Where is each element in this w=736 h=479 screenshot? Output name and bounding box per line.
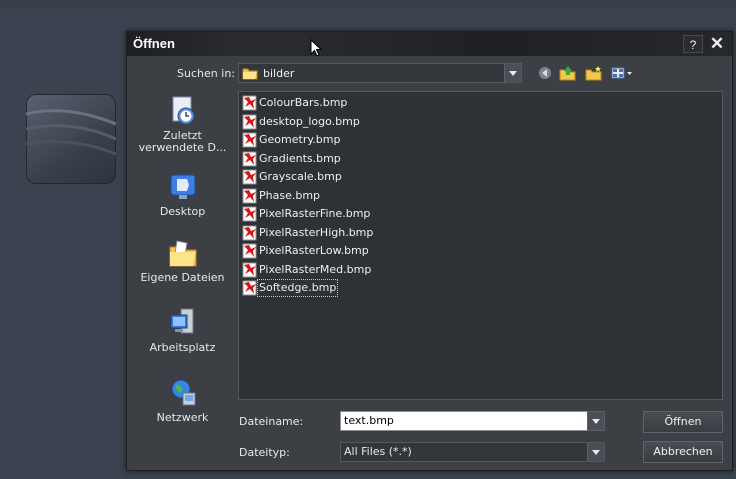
file-name: PixelRasterLow.bmp: [259, 244, 369, 257]
desktop-icon: [170, 174, 195, 199]
bitmap-file-icon: [242, 206, 257, 222]
bitmap-file-icon: [242, 188, 257, 203]
filename-dropdown-button[interactable]: [587, 411, 605, 431]
file-list[interactable]: ColourBars.bmp desktop_logo.bmp Geometry.b…: [238, 91, 723, 400]
place-network[interactable]: Netzwerk: [133, 377, 232, 424]
background-top-strip: [0, 0, 736, 8]
my-documents-icon: [169, 240, 196, 267]
lookin-label: Suchen in:: [177, 67, 235, 80]
place-label: Zuletzt verwendete D...: [138, 129, 227, 154]
filename-input[interactable]: text.bmp: [340, 411, 605, 431]
bitmap-file-icon: [242, 225, 257, 240]
folder-icon: [242, 68, 258, 80]
filetype-value: All Files (*.*): [344, 445, 412, 458]
file-name: Geometry.bmp: [259, 133, 341, 146]
help-button[interactable]: ?: [683, 35, 703, 53]
bitmap-file-icon: [242, 243, 257, 259]
back-icon[interactable]: [537, 65, 555, 81]
bitmap-file-icon: [242, 262, 257, 277]
file-name: ColourBars.bmp: [259, 96, 348, 109]
place-label: Arbeitsplatz: [149, 341, 216, 354]
place-recent[interactable]: Zuletzt verwendete D...: [133, 95, 232, 154]
place-label: Desktop: [159, 205, 206, 218]
chevron-down-icon[interactable]: [587, 443, 604, 461]
file-name: desktop_logo.bmp: [259, 114, 360, 128]
bitmap-file-icon: [242, 280, 257, 296]
cancel-button[interactable]: Abbrechen: [643, 441, 723, 463]
file-name: Gradients.bmp: [259, 151, 341, 165]
place-desktop[interactable]: Desktop: [133, 171, 232, 218]
new-folder-icon[interactable]: [585, 65, 603, 81]
place-my-computer[interactable]: Arbeitsplatz: [133, 307, 232, 354]
filetype-dropdown[interactable]: All Files (*.*): [340, 442, 605, 462]
recent-documents-icon: [172, 96, 194, 125]
places-bar: Zuletzt verwendete D... Desktop Eigene D…: [133, 91, 232, 443]
dialog-titlebar[interactable]: Öffnen ? ✕: [127, 32, 732, 56]
lookin-dropdown[interactable]: bilder: [238, 63, 522, 83]
filename-label: Dateiname:: [239, 415, 304, 428]
my-computer-icon: [170, 308, 193, 334]
file-name: Softedge.bmp: [256, 279, 339, 297]
close-button[interactable]: ✕: [707, 35, 727, 53]
network-icon: [171, 379, 195, 406]
bitmap-file-icon: [242, 114, 257, 129]
background-app-tile: [26, 94, 116, 184]
chevron-down-icon[interactable]: [504, 64, 521, 82]
lookin-value: bilder: [263, 67, 295, 80]
open-file-dialog: Öffnen ? ✕ Suchen in: bilder Zuletzt ver…: [126, 31, 733, 471]
bitmap-file-icon: [242, 95, 257, 111]
mouse-cursor-icon: [310, 39, 323, 57]
bitmap-file-icon: [242, 169, 257, 185]
file-name: PixelRasterFine.bmp: [259, 207, 371, 220]
file-name: Grayscale.bmp: [259, 170, 342, 183]
up-folder-icon[interactable]: [559, 65, 577, 81]
bitmap-file-icon: [242, 132, 257, 148]
place-label: Netzwerk: [156, 411, 209, 424]
open-button[interactable]: Öffnen: [643, 411, 723, 433]
bitmap-file-icon: [242, 151, 257, 166]
file-name: PixelRasterHigh.bmp: [259, 225, 374, 239]
place-label: Eigene Dateien: [140, 271, 225, 284]
view-menu-icon[interactable]: [611, 65, 635, 81]
dialog-title: Öffnen: [133, 36, 175, 51]
place-my-documents[interactable]: Eigene Dateien: [133, 237, 232, 284]
file-name: PixelRasterMed.bmp: [259, 262, 372, 276]
filetype-label: Dateityp:: [239, 446, 290, 459]
file-name: Phase.bmp: [259, 188, 321, 202]
